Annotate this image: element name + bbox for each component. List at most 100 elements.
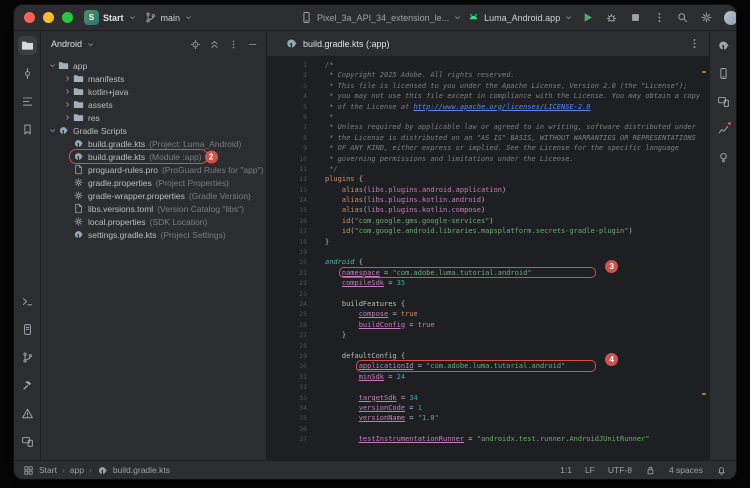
structure-tool-button[interactable] (18, 92, 37, 111)
project-tool-button[interactable] (17, 36, 37, 55)
editor-tab-build-gradle[interactable]: build.gradle.kts (:app) (275, 31, 400, 56)
readonly-lock-icon[interactable] (645, 465, 656, 476)
version-control-tool-button[interactable] (18, 348, 37, 367)
chevron-right-icon[interactable] (62, 100, 73, 109)
more-actions-button[interactable] (650, 8, 669, 27)
running-devices-tool-button[interactable] (714, 92, 733, 111)
code-line[interactable]: 32 (267, 382, 709, 392)
app-inspection-tool-button[interactable] (18, 432, 37, 451)
code-line[interactable]: 26 buildConfig = true (267, 320, 709, 330)
code-line[interactable]: 5 * of the License at http://www.apache.… (267, 102, 709, 112)
code-line[interactable]: 14 alias(libs.plugins.kotlin.android) (267, 195, 709, 205)
user-avatar[interactable] (724, 10, 736, 25)
code-line[interactable]: 19 (267, 247, 709, 257)
code-line[interactable]: 9 * OF ANY KIND, either express or impli… (267, 143, 709, 153)
bookmarks-tool-button[interactable] (18, 120, 37, 139)
code-line[interactable]: 8 * the License is distributed on an "AS… (267, 133, 709, 143)
code-line[interactable]: 3 * This file is licensed to you under t… (267, 81, 709, 91)
gradle-tool-button[interactable] (714, 36, 733, 55)
zoom-button[interactable] (62, 12, 73, 23)
code-line[interactable]: 22 compileSdk = 35 (267, 278, 709, 288)
vcs-branch-widget[interactable]: main (144, 11, 194, 24)
tab-list-button[interactable] (688, 37, 701, 50)
code-line[interactable]: 21 namespace = "com.adobe.luma.tutorial.… (267, 259, 709, 279)
code-line[interactable]: 35 versionName = "1.0" (267, 413, 709, 423)
assistant-tool-button[interactable] (714, 148, 733, 167)
minimize-button[interactable] (43, 12, 54, 23)
tree-item[interactable]: settings.gradle.kts (Project Settings) (41, 228, 266, 241)
code-line[interactable]: 37 testInstrumentationRunner = "androidx… (267, 434, 709, 444)
tree-item[interactable]: app (41, 59, 266, 72)
code-line[interactable]: 36 (267, 424, 709, 434)
breadcrumb-file[interactable]: build.gradle.kts (113, 465, 170, 475)
code-line[interactable]: 1/* (267, 60, 709, 70)
code-line[interactable]: 13 alias(libs.plugins.android.applicatio… (267, 185, 709, 195)
tree-item[interactable]: gradle.properties (Project Properties) (41, 176, 266, 189)
code-line[interactable]: 29 defaultConfig { (267, 351, 709, 361)
code-line[interactable]: 23 (267, 289, 709, 299)
code-line[interactable]: 11 */ (267, 164, 709, 174)
tree-item[interactable]: kotlin+java (41, 85, 266, 98)
code-line[interactable]: 20 android { (267, 257, 709, 267)
tree-item[interactable]: gradle-wrapper.properties (Gradle Version… (41, 189, 266, 202)
settings-button[interactable] (700, 11, 713, 24)
terminal-tool-button[interactable] (18, 292, 37, 311)
search-everywhere-button[interactable] (676, 11, 689, 24)
code-line[interactable]: 2 * Copyright 2025 Adobe. All rights res… (267, 70, 709, 80)
hide-panel-button[interactable] (247, 39, 258, 50)
build-tool-button[interactable] (18, 376, 37, 395)
code-line[interactable]: 33 targetSdk = 34 (267, 393, 709, 403)
code-line[interactable]: 7 * Unless required by applicable law or… (267, 122, 709, 132)
tree-item[interactable]: build.gradle.kts (Project: Luma_Android) (41, 137, 266, 150)
tree-item[interactable]: proguard-rules.pro (ProGuard Rules for "a… (41, 163, 266, 176)
code-line[interactable]: 30 applicationId = "com.adobe.luma.tutor… (267, 353, 709, 372)
app-quality-insights-tool-button[interactable] (714, 120, 733, 139)
tree-item[interactable]: local.properties (SDK Location) (41, 215, 266, 228)
code-line[interactable]: 31 minSdk = 24 (267, 372, 709, 382)
code-line[interactable]: 27 } (267, 330, 709, 340)
panel-options-button[interactable] (228, 39, 239, 50)
commit-tool-button[interactable] (18, 64, 37, 83)
device-selector[interactable]: Pixel_3a_API_34_extension_le... (300, 11, 462, 24)
tree-item[interactable]: manifests (41, 72, 266, 85)
chevron-right-icon[interactable] (62, 74, 73, 83)
code-line[interactable]: 16 id("com.google.gms.google-services") (267, 216, 709, 226)
code-line[interactable]: 17 id("com.google.android.libraries.maps… (267, 226, 709, 236)
code-line[interactable]: 4 * you may not use this file except in … (267, 91, 709, 101)
encoding-widget[interactable]: UTF-8 (608, 465, 632, 475)
code-line[interactable]: 15 alias(libs.plugins.kotlin.compose) (267, 205, 709, 215)
tree-item[interactable]: assets (41, 98, 266, 111)
tree-item[interactable]: res (41, 111, 266, 124)
code-line[interactable]: 28 (267, 341, 709, 351)
breadcrumb-project[interactable]: Start (39, 465, 57, 475)
indent-widget[interactable]: 4 spaces (669, 465, 703, 475)
stop-button[interactable] (626, 8, 645, 27)
tree-item[interactable]: build.gradle.kts (Module :app) 2 (41, 149, 266, 164)
project-widget[interactable]: S Start (84, 10, 137, 25)
caret-position-widget[interactable]: 1:1 (560, 465, 572, 475)
chevron-right-icon[interactable] (62, 113, 73, 122)
code-line[interactable]: 25 compose = true (267, 309, 709, 319)
code-line[interactable]: 34 versionCode = 1 (267, 403, 709, 413)
problems-tool-button[interactable] (18, 404, 37, 423)
line-separator-widget[interactable]: LF (585, 465, 595, 475)
project-view-selector[interactable]: Android (51, 39, 95, 49)
device-manager-tool-button[interactable] (714, 64, 733, 83)
code-line[interactable]: 12 plugins { (267, 174, 709, 184)
code-line[interactable]: 10 * governing permissions and limitatio… (267, 154, 709, 164)
logcat-tool-button[interactable] (18, 320, 37, 339)
chevron-down-icon[interactable] (47, 61, 58, 70)
run-button[interactable] (578, 8, 597, 27)
select-opened-file-button[interactable] (190, 39, 201, 50)
chevron-down-icon[interactable] (47, 126, 58, 135)
collapse-all-button[interactable] (209, 39, 220, 50)
debug-button[interactable] (602, 8, 621, 27)
code-line[interactable]: 24 buildFeatures { (267, 299, 709, 309)
close-button[interactable] (24, 12, 35, 23)
breadcrumb-module[interactable]: app (70, 465, 84, 475)
chevron-right-icon[interactable] (62, 87, 73, 96)
code-line[interactable]: 6 * (267, 112, 709, 122)
code-editor[interactable]: 1/* 2 * Copyright 2025 Adobe. All rights … (267, 57, 709, 460)
run-configuration-selector[interactable]: Luma_Android.app (467, 11, 573, 24)
tree-item[interactable]: Gradle Scripts (41, 124, 266, 137)
